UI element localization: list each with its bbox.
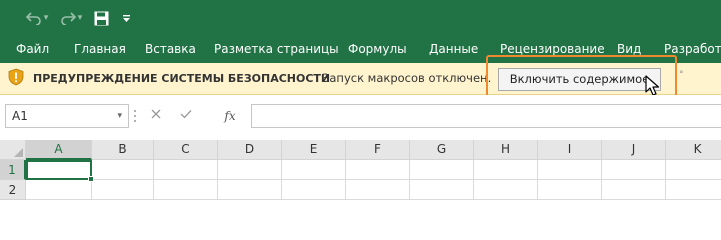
tab-page-layout[interactable]: Разметка страницы [214,36,339,63]
cell-i1[interactable] [538,160,602,180]
column-header-d[interactable]: D [218,140,282,160]
active-cell-selection [26,160,92,180]
name-box[interactable]: A1 ▾ [5,104,129,128]
tab-file[interactable]: Файл [16,36,49,63]
customize-qat-button[interactable] [118,8,134,28]
customize-qat-icon [122,14,130,22]
cell-a2[interactable] [26,180,92,200]
tab-formulas[interactable]: Формулы [348,36,407,63]
cell-f2[interactable] [346,180,410,200]
cell-j2[interactable] [602,180,666,200]
security-warning-message: Запуск макросов отключен. [322,71,492,85]
cell-h2[interactable] [474,180,538,200]
redo-button[interactable]: ▾ [56,8,86,28]
enable-content-button[interactable]: Включить содержимое [498,68,661,91]
cell-i2[interactable] [538,180,602,200]
cell-k1[interactable] [666,160,721,180]
name-box-value: A1 [12,109,28,123]
cell-g2[interactable] [410,180,474,200]
cell-b1[interactable] [92,160,154,180]
undo-dropdown-icon: ▾ [43,12,49,23]
save-button[interactable] [91,8,111,28]
cell-d1[interactable] [218,160,282,180]
redo-dropdown-icon: ▾ [77,12,83,23]
tab-insert[interactable]: Вставка [145,36,196,63]
close-bar-icon[interactable]: ° [679,70,684,80]
column-header-j[interactable]: J [602,140,666,160]
cell-h1[interactable] [474,160,538,180]
column-header-e[interactable]: E [282,140,346,160]
tab-data[interactable]: Данные [429,36,478,63]
security-warning-title: ПРЕДУПРЕЖДЕНИЕ СИСТЕМЫ БЕЗОПАСНОСТИ [33,72,331,85]
cell-k2[interactable] [666,180,721,200]
row-header-1[interactable]: 1 [0,160,26,180]
cell-e2[interactable] [282,180,346,200]
column-header-a[interactable]: A [26,140,92,160]
column-header-k[interactable]: K [666,140,721,160]
undo-button[interactable]: ▾ [22,8,52,28]
cell-f1[interactable] [346,160,410,180]
column-header-b[interactable]: B [92,140,154,160]
cell-c1[interactable] [154,160,218,180]
fx-icon[interactable]: fx [218,104,242,128]
cell-d2[interactable] [218,180,282,200]
fill-handle[interactable] [88,176,94,182]
undo-icon [25,12,41,25]
cell-g1[interactable] [410,160,474,180]
mouse-pointer-icon [645,75,660,96]
column-header-g[interactable]: G [410,140,474,160]
select-all-button[interactable] [0,140,26,160]
cell-b2[interactable] [92,180,154,200]
column-header-i[interactable]: I [538,140,602,160]
cell-e1[interactable] [282,160,346,180]
column-header-f[interactable]: F [346,140,410,160]
check-icon[interactable] [174,104,198,128]
formula-bar-resize-handle[interactable] [133,108,137,124]
cell-c2[interactable] [154,180,218,200]
save-icon [94,11,108,25]
chevron-down-icon[interactable]: ▾ [117,105,122,127]
ribbon-gap [0,95,721,104]
column-header-c[interactable]: C [154,140,218,160]
cell-j1[interactable] [602,160,666,180]
column-header-h[interactable]: H [474,140,538,160]
tab-home[interactable]: Главная [74,36,126,63]
shield-icon [8,68,24,86]
row-header-2[interactable]: 2 [0,180,26,200]
formula-input[interactable] [251,104,721,128]
cancel-icon[interactable] [144,104,168,128]
redo-icon [60,12,76,25]
